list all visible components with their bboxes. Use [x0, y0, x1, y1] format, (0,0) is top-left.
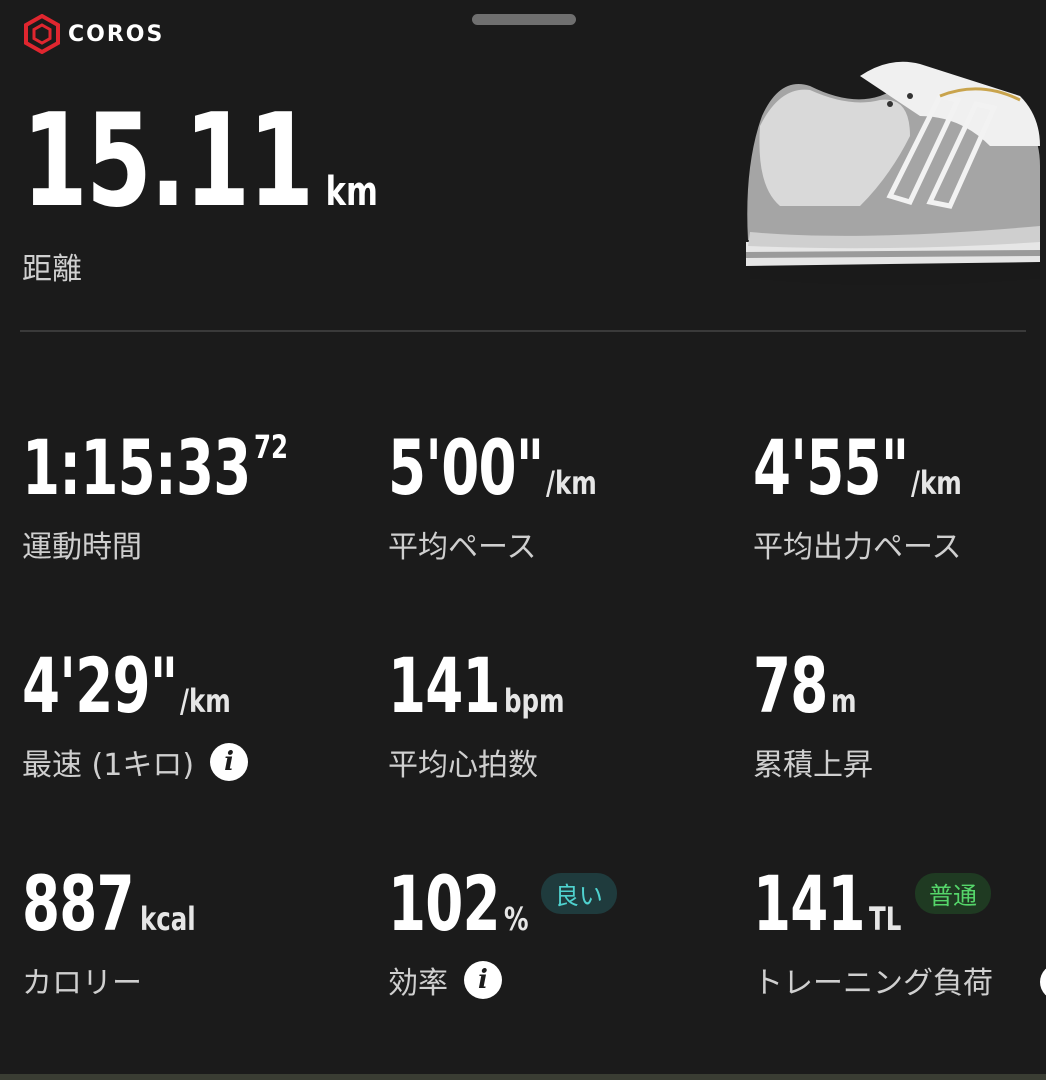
avg-pace-value: 5'00"	[388, 423, 544, 512]
duration-label: 運動時間	[22, 530, 142, 565]
stat-fastest-km: 4'29" /km 最速 (1キロ) i	[22, 641, 249, 784]
efficiency-unit: %	[504, 900, 529, 938]
avg-power-pace-unit: /km	[911, 464, 962, 502]
duration-hundredths: 72	[254, 428, 289, 466]
avg-power-pace-value: 4'55"	[753, 423, 909, 512]
avg-power-pace-label: 平均出力ペース	[753, 530, 962, 565]
training-load-label: トレーニング負荷	[753, 966, 993, 1001]
training-load-unit: TL	[869, 900, 902, 938]
avg-hr-label: 平均心拍数	[388, 748, 538, 783]
distance-number: 15.11	[22, 87, 314, 236]
stat-elevation-gain: 78 m 累積上昇	[753, 648, 873, 784]
stat-calories: 887 kcal カロリー	[22, 866, 205, 1002]
elevation-gain-unit: m	[831, 682, 857, 720]
training-load-value: 141	[753, 859, 866, 948]
elevation-gain-value: 78	[753, 641, 828, 730]
stat-training-load: 141 TL 普通 トレーニング負荷	[753, 866, 993, 1002]
coros-logo: COROS	[22, 14, 164, 54]
distance-unit: km	[325, 169, 378, 215]
avg-hr-value: 141	[388, 641, 501, 730]
duration-value: 1:15:33	[22, 423, 251, 512]
distance-label: 距離	[22, 252, 82, 287]
efficiency-label: 効率	[388, 966, 448, 1001]
stat-avg-pace: 5'00" /km 平均ペース	[388, 430, 606, 566]
calories-label: カロリー	[22, 966, 142, 1001]
brand-name: COROS	[68, 21, 165, 47]
fastest-km-value: 4'29"	[22, 641, 178, 730]
fastest-km-unit: /km	[180, 682, 231, 720]
avg-pace-label: 平均ペース	[388, 530, 537, 565]
drag-handle[interactable]	[472, 14, 576, 25]
training-load-status-badge: 普通	[914, 873, 991, 914]
avg-pace-unit: /km	[546, 464, 597, 502]
info-icon[interactable]: i	[464, 961, 502, 999]
calories-value: 887	[22, 859, 135, 948]
calories-unit: kcal	[140, 900, 196, 938]
distance-value: 15.11 km	[22, 98, 382, 226]
efficiency-value: 102	[388, 859, 501, 948]
shoe-image	[746, 61, 1040, 285]
coros-hexagon-icon	[24, 14, 60, 54]
efficiency-status-badge: 良い	[540, 873, 617, 914]
info-icon-partial[interactable]	[1040, 964, 1046, 1000]
stat-duration: 1:15:33 72 運動時間	[22, 423, 294, 566]
section-divider	[20, 330, 1026, 332]
elevation-gain-label: 累積上昇	[753, 748, 873, 783]
fastest-km-label: 最速 (1キロ)	[22, 748, 195, 783]
info-icon[interactable]: i	[210, 743, 249, 781]
stat-avg-heart-rate: 141 bpm 平均心拍数	[388, 648, 575, 784]
stat-efficiency: 102 % 良い 効率 i	[388, 866, 617, 1002]
stat-avg-power-pace: 4'55" /km 平均出力ペース	[753, 430, 971, 566]
map-preview-edge	[0, 1074, 1046, 1080]
avg-hr-unit: bpm	[504, 682, 565, 720]
